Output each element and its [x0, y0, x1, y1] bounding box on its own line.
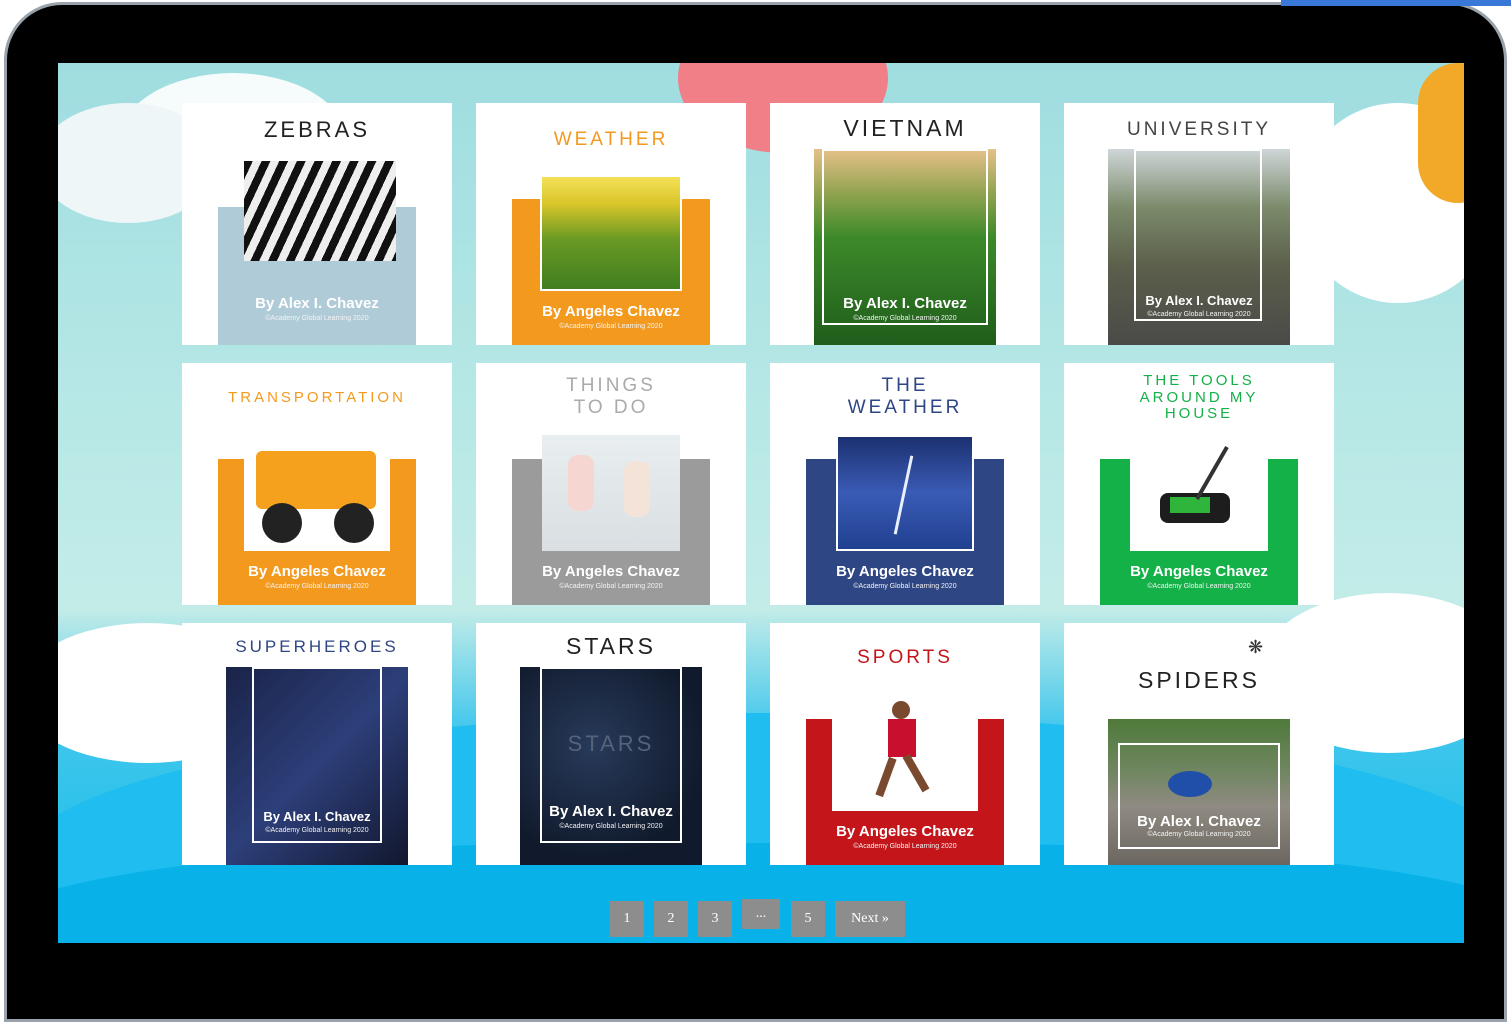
book-title: WEATHER [553, 129, 669, 150]
jumping-girls-photo [542, 435, 680, 551]
zebra-photo [244, 161, 396, 261]
book-author: By Angeles Chavez [836, 823, 974, 840]
cover-overlay-text: STARS [567, 731, 655, 756]
book-title: SUPERHEROES [235, 637, 399, 656]
book-copyright: ©Academy Global Learning 2020 [265, 827, 369, 834]
page-button-2[interactable]: 2 [654, 901, 688, 937]
book-title: TRANSPORTATION [228, 389, 406, 406]
book-card-sports[interactable]: SPORTS By Angeles Chavez ©Academy Global… [770, 623, 1040, 865]
book-author: By Angeles Chavez [248, 563, 386, 580]
book-title: UNIVERSITY [1126, 119, 1272, 140]
photo-frame [836, 435, 974, 551]
book-author: By Angeles Chavez [542, 563, 680, 580]
book-author: By Alex I. Chavez [549, 803, 673, 820]
campus-photo: By Alex I. Chavez ©Academy Global Learni… [1108, 149, 1290, 345]
page-ellipsis: ... [742, 899, 780, 929]
superhero-photo: By Alex I. Chavez ©Academy Global Learni… [226, 667, 408, 865]
book-author: By Alex I. Chavez [255, 295, 379, 312]
book-author: By Angeles Chavez [542, 303, 680, 320]
book-title: THE WEATHER [847, 375, 963, 418]
book-title: SPIDERS [1138, 667, 1260, 693]
book-card-superheroes[interactable]: SUPERHEROES By Alex I. Chavez ©Academy G… [182, 623, 452, 865]
lawn-mower-photo [1130, 433, 1268, 551]
page-button-3[interactable]: 3 [698, 901, 732, 937]
page-button-1[interactable]: 1 [610, 901, 644, 937]
book-card-zebras[interactable]: ZEBRAS By Alex I. Chavez ©Academy Global… [182, 103, 452, 345]
jeep-photo [244, 433, 390, 551]
spider-photo: By Alex I. Chavez ©Academy Global Learni… [1108, 719, 1290, 865]
next-page-button[interactable]: Next » [835, 901, 905, 937]
book-card-tools[interactable]: THE TOOLS AROUND MY HOUSE By Angeles Cha… [1064, 363, 1334, 605]
book-author: By Alex I. Chavez [1145, 293, 1253, 308]
book-copyright: ©Academy Global Learning 2020 [1147, 311, 1251, 318]
book-author: By Alex I. Chavez [1137, 813, 1261, 830]
book-copyright: ©Academy Global Learning 2020 [1147, 831, 1251, 838]
basketball-player-photo [832, 693, 978, 811]
book-title: VIETNAM [843, 115, 967, 141]
book-card-weather[interactable]: WEATHER By Angeles Chavez ©Academy Globa… [476, 103, 746, 345]
book-card-vietnam[interactable]: VIETNAM By Alex I. Chavez ©Academy Globa… [770, 103, 1040, 345]
book-card-things-to-do[interactable]: THINGS TO DO By Angeles Chavez ©Academy … [476, 363, 746, 605]
book-author: By Alex I. Chavez [263, 809, 371, 824]
starry-sky-photo: STARS By Alex I. Chavez ©Academy Global … [520, 667, 702, 865]
book-copyright: ©Academy Global Learning 2020 [559, 583, 663, 590]
corner-accent [1281, 0, 1511, 6]
book-copyright: ©Academy Global Learning 2020 [853, 583, 957, 590]
book-title: THE TOOLS AROUND MY HOUSE [1139, 372, 1259, 422]
book-title: ZEBRAS [263, 117, 371, 142]
book-copyright: ©Academy Global Learning 2020 [265, 315, 369, 322]
page-button-5[interactable]: 5 [791, 901, 825, 937]
book-copyright: ©Academy Global Learning 2020 [853, 315, 957, 322]
book-author: By Angeles Chavez [1130, 563, 1268, 580]
book-card-stars[interactable]: STARS STARS By Alex I. Chavez ©Academy G… [476, 623, 746, 865]
book-card-transportation[interactable]: TRANSPORTATION By Angeles Chavez ©Academ… [182, 363, 452, 605]
sun-shape [1418, 63, 1464, 203]
book-copyright: ©Academy Global Learning 2020 [853, 843, 957, 850]
book-copyright: ©Academy Global Learning 2020 [265, 583, 369, 590]
book-copyright: ©Academy Global Learning 2020 [559, 323, 663, 330]
book-title: STARS [566, 633, 656, 659]
book-author: By Alex I. Chavez [843, 295, 967, 312]
spider-icon: ❋ [1248, 637, 1264, 657]
photo-frame [540, 175, 682, 291]
book-card-university[interactable]: UNIVERSITY By Alex I. Chavez ©Academy Gl… [1064, 103, 1334, 345]
book-author: By Angeles Chavez [836, 563, 974, 580]
screen: ZEBRAS By Alex I. Chavez ©Academy Global… [58, 63, 1464, 943]
book-copyright: ©Academy Global Learning 2020 [1147, 583, 1251, 590]
book-card-the-weather[interactable]: THE WEATHER By Angeles Chavez ©Academy G… [770, 363, 1040, 605]
rice-terraces-photo: By Alex I. Chavez ©Academy Global Learni… [814, 149, 996, 345]
book-copyright: ©Academy Global Learning 2020 [559, 823, 663, 830]
book-card-spiders[interactable]: ❋ SPIDERS By Alex I. Chavez ©Academy Glo… [1064, 623, 1334, 865]
book-title: SPORTS [857, 647, 953, 668]
book-title: THINGS TO DO [566, 375, 656, 418]
